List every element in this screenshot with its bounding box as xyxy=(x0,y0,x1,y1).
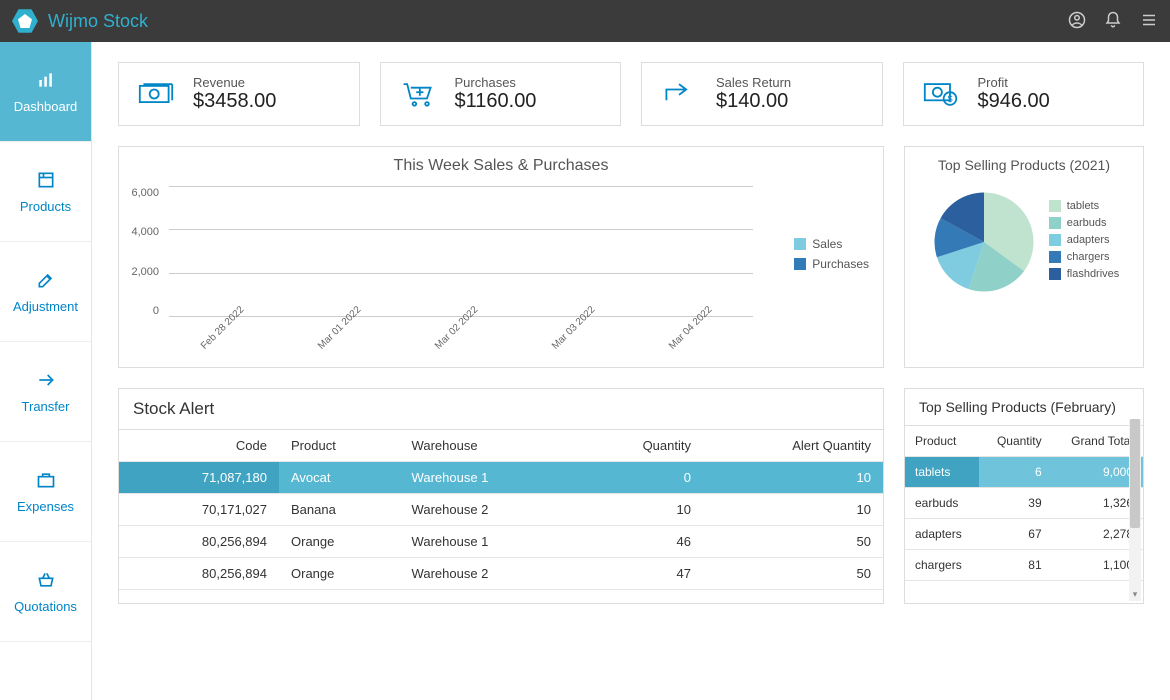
kpi-value: $1160.00 xyxy=(455,90,537,113)
sidebar-item-label: Quotations xyxy=(14,599,77,614)
bell-icon[interactable] xyxy=(1104,11,1122,32)
week-chart-panel: This Week Sales & Purchases 6,000 4,000 … xyxy=(118,146,884,368)
top-monthly-title: Top Selling Products (February) xyxy=(905,389,1143,426)
sidebar-item-adjustment[interactable]: Adjustment xyxy=(0,242,91,342)
sidebar-item-label: Adjustment xyxy=(13,299,78,314)
chart-title: This Week Sales & Purchases xyxy=(119,147,883,179)
box-icon xyxy=(36,170,56,193)
ytick: 2,000 xyxy=(119,266,159,278)
kpi-revenue: Revenue $3458.00 xyxy=(118,62,360,126)
xtick: Feb 28 2022 xyxy=(199,304,246,351)
kpi-label: Revenue xyxy=(193,75,276,90)
pie-legend-item: earbuds xyxy=(1049,217,1120,229)
chart-legend: Sales Purchases xyxy=(794,237,869,277)
app-title: Wijmo Stock xyxy=(48,11,148,32)
sidebar-item-transfer[interactable]: Transfer xyxy=(0,342,91,442)
kpi-label: Sales Return xyxy=(716,75,791,90)
table-row[interactable]: 80,256,894OrangeWarehouse 24750 xyxy=(119,558,883,590)
legend-item-purchases: Purchases xyxy=(812,257,869,271)
scroll-down-icon[interactable]: ▾ xyxy=(1129,587,1141,601)
edit-icon xyxy=(36,270,56,293)
sidebar-item-label: Products xyxy=(20,199,71,214)
kpi-profit: $ Profit $946.00 xyxy=(903,62,1145,126)
kpi-value: $3458.00 xyxy=(193,90,276,113)
top-monthly-table: Product Quantity Grand Total tablets69,0… xyxy=(905,426,1143,581)
sidebar-item-quotations[interactable]: Quotations xyxy=(0,542,91,642)
money-icon xyxy=(137,79,175,109)
table-row[interactable]: chargers811,100 xyxy=(905,550,1143,581)
kpi-sales-return: Sales Return $140.00 xyxy=(641,62,883,126)
table-row[interactable]: adapters672,278 xyxy=(905,519,1143,550)
main: Revenue $3458.00 Purchases $1160.00 Sa xyxy=(92,42,1170,700)
col-product[interactable]: Product xyxy=(905,426,979,457)
transfer-arrow-icon xyxy=(36,370,56,393)
table-row[interactable]: 70,171,027BananaWarehouse 21010 xyxy=(119,494,883,526)
scrollbar-thumb[interactable] xyxy=(1130,419,1140,528)
kpi-purchases: Purchases $1160.00 xyxy=(380,62,622,126)
kpi-value: $140.00 xyxy=(716,90,791,113)
stock-alert-table: Code Product Warehouse Quantity Alert Qu… xyxy=(119,430,883,590)
user-icon[interactable] xyxy=(1068,11,1086,32)
legend-item-sales: Sales xyxy=(812,237,842,251)
xtick: Mar 02 2022 xyxy=(433,304,480,351)
table-row[interactable]: 71,087,180AvocatWarehouse 1010 xyxy=(119,462,883,494)
col-product[interactable]: Product xyxy=(279,430,400,462)
app-logo[interactable]: Wijmo Stock xyxy=(12,8,148,34)
logo-hex-icon xyxy=(12,8,38,34)
col-quantity[interactable]: Quantity xyxy=(979,426,1051,457)
ytick: 0 xyxy=(119,305,159,317)
table-row[interactable]: 80,256,894OrangeWarehouse 14650 xyxy=(119,526,883,558)
menu-icon[interactable] xyxy=(1140,11,1158,32)
scrollbar[interactable]: ▾ xyxy=(1129,419,1141,601)
pie-legend-item: chargers xyxy=(1049,251,1120,263)
chart-plot-area: Feb 28 2022Mar 01 2022Mar 02 2022Mar 03 … xyxy=(169,187,753,317)
basket-icon xyxy=(36,570,56,593)
return-arrow-icon xyxy=(660,79,698,109)
svg-text:$: $ xyxy=(947,94,952,104)
sidebar-item-products[interactable]: Products xyxy=(0,142,91,242)
top-monthly-panel: Top Selling Products (February) Product … xyxy=(904,388,1144,604)
col-warehouse[interactable]: Warehouse xyxy=(400,430,577,462)
pie-legend: tablets earbuds adapters chargers flashdrive… xyxy=(1049,200,1120,285)
sidebar-item-dashboard[interactable]: Dashboard xyxy=(0,42,91,142)
stock-alert-panel: Stock Alert Code Product Warehouse Quant… xyxy=(118,388,884,604)
sidebar-item-label: Transfer xyxy=(22,399,70,414)
briefcase-icon xyxy=(36,470,56,493)
pie-legend-item: flashdrives xyxy=(1049,268,1120,280)
pie-legend-item: adapters xyxy=(1049,234,1120,246)
xtick: Mar 01 2022 xyxy=(316,304,363,351)
topbar: Wijmo Stock xyxy=(0,0,1170,42)
kpi-label: Purchases xyxy=(455,75,537,90)
pie-chart xyxy=(929,187,1039,297)
kpi-row: Revenue $3458.00 Purchases $1160.00 Sa xyxy=(118,62,1144,126)
stock-alert-title: Stock Alert xyxy=(119,389,883,430)
ytick: 4,000 xyxy=(119,226,159,238)
table-row[interactable]: tablets69,000 xyxy=(905,457,1143,488)
col-alert[interactable]: Alert Quantity xyxy=(703,430,883,462)
pie-title: Top Selling Products (2021) xyxy=(905,147,1143,177)
sidebar: Dashboard Products Adjustment Transfer E… xyxy=(0,42,92,700)
sidebar-item-expenses[interactable]: Expenses xyxy=(0,442,91,542)
sidebar-item-label: Dashboard xyxy=(14,99,78,114)
profit-icon: $ xyxy=(922,79,960,109)
col-quantity[interactable]: Quantity xyxy=(576,430,703,462)
pie-legend-item: tablets xyxy=(1049,200,1120,212)
xtick: Mar 04 2022 xyxy=(667,304,714,351)
chart-y-ticks: 6,000 4,000 2,000 0 xyxy=(119,187,165,317)
xtick: Mar 03 2022 xyxy=(550,304,597,351)
bar-chart-icon xyxy=(36,70,56,93)
sidebar-item-label: Expenses xyxy=(17,499,74,514)
kpi-value: $946.00 xyxy=(978,90,1050,113)
pie-panel: Top Selling Products (2021) tablets earbu… xyxy=(904,146,1144,368)
cart-plus-icon xyxy=(399,79,437,109)
col-code[interactable]: Code xyxy=(119,430,279,462)
table-row[interactable]: earbuds391,326 xyxy=(905,488,1143,519)
ytick: 6,000 xyxy=(119,187,159,199)
kpi-label: Profit xyxy=(978,75,1050,90)
